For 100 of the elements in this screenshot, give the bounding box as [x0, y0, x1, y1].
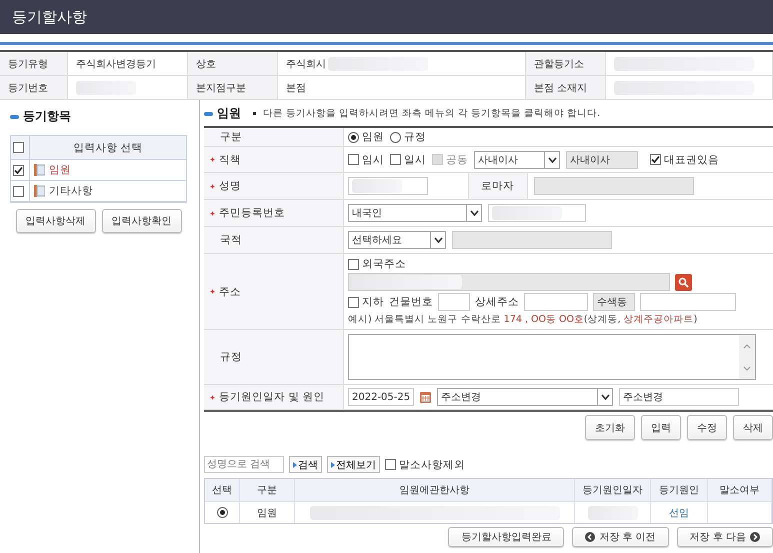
field-label: 성명	[219, 179, 241, 193]
field-label: 주소	[219, 284, 241, 298]
checkbox[interactable]	[650, 154, 661, 165]
address-example: 예시) 서울특별시 노원구 수락산로 174 , OO동 OO호(상계동, 상계주공아파트)	[348, 313, 698, 326]
search-button[interactable]	[675, 274, 692, 290]
checkbox-label: 말소사항제외	[399, 458, 465, 472]
field-label: 직책	[219, 152, 241, 166]
checkbox[interactable]	[13, 142, 24, 153]
field-label: 로마자	[480, 179, 514, 193]
document-icon	[34, 164, 45, 176]
checkbox-label: 일시	[404, 152, 426, 166]
section-title: 임원	[217, 105, 241, 122]
nationality-type-select[interactable]: 내국인	[348, 204, 482, 222]
field-label: 건물번호	[389, 295, 433, 309]
calendar-icon[interactable]	[420, 391, 431, 403]
checkbox-label: 지하	[362, 295, 384, 309]
building-number-field[interactable]	[438, 293, 470, 311]
radio-button[interactable]	[348, 132, 359, 142]
checkbox[interactable]	[13, 186, 24, 196]
radio-button[interactable]	[216, 507, 228, 518]
required-icon	[210, 394, 215, 400]
footer-button[interactable]: 저장 후 다음	[676, 527, 773, 547]
column-header: 임원에관한사항	[295, 479, 575, 501]
footer-button[interactable]: 등기할사항입력완료	[448, 527, 564, 547]
radio-label: 규정	[404, 130, 426, 144]
cause-link[interactable]: 선임	[669, 506, 689, 520]
field-label: 규정	[219, 350, 242, 364]
cause-select[interactable]: 주소변경	[437, 388, 613, 406]
caret-icon	[434, 237, 442, 243]
column-header: 구분	[240, 479, 295, 501]
nationality-field[interactable]	[452, 231, 612, 249]
checkbox[interactable]	[390, 154, 401, 165]
name-field[interactable]	[348, 177, 428, 195]
rule-textarea[interactable]	[348, 334, 756, 380]
bullet-icon	[204, 112, 213, 116]
sidebar-item[interactable]: 임원	[49, 163, 71, 177]
column-header: 선택	[205, 479, 240, 501]
info-label: 본지점구분	[188, 76, 278, 100]
checkbox-label: 임시	[362, 152, 384, 166]
search-field[interactable]: 성명으로 검색	[204, 456, 284, 473]
field-label: 주민등록번호	[219, 206, 285, 220]
roman-name-field[interactable]	[534, 177, 694, 195]
info-value: 주식회시	[286, 58, 326, 70]
resident-number-field[interactable]	[488, 204, 586, 222]
extra-address-field[interactable]	[640, 293, 736, 311]
checkbox[interactable]	[348, 258, 359, 270]
position-display: 사내이사	[566, 150, 638, 168]
triangle-icon	[293, 462, 297, 468]
position-select[interactable]: 사내이사	[474, 150, 560, 168]
action-button[interactable]: 삭제	[733, 415, 773, 440]
field-label: 상세주소	[475, 295, 519, 309]
radio-label: 임원	[362, 130, 384, 144]
info-label: 상호	[188, 52, 278, 76]
document-icon	[34, 185, 45, 197]
sidebar-item[interactable]: 기타사항	[49, 184, 93, 198]
caret-icon	[470, 210, 478, 216]
info-label: 등기유형	[0, 52, 68, 76]
redacted-value	[492, 206, 562, 220]
caret-icon	[548, 156, 556, 162]
triangle-icon	[331, 462, 335, 468]
action-button[interactable]: 수정	[687, 415, 727, 440]
hint-text: 다른 등기사항을 입력하시려면 좌측 메뉴의 각 등기항목을 클릭해야 합니다.	[263, 107, 600, 120]
action-button[interactable]: 입력	[641, 415, 681, 440]
bullet-icon	[10, 114, 19, 118]
checkbox-label: 공동	[446, 152, 468, 166]
footer-button[interactable]: 저장 후 이전	[572, 527, 669, 547]
scrollbar[interactable]	[739, 335, 755, 379]
page-title: 등기할사항	[0, 0, 773, 34]
redacted-value	[352, 179, 402, 193]
info-value: 주식회사변경등기	[76, 58, 156, 70]
section-title: 등기항목	[23, 108, 71, 125]
sidebar-button[interactable]: 입력사항삭제	[16, 209, 96, 233]
required-icon	[210, 289, 215, 294]
action-button[interactable]: 초기화	[585, 415, 635, 440]
detail-address-field[interactable]	[524, 293, 588, 311]
search-button[interactable]: 전체보기	[327, 456, 380, 473]
info-label: 등기번호	[0, 76, 68, 100]
checkbox[interactable]	[13, 164, 24, 176]
date-field[interactable]: 2022-05-25	[348, 388, 414, 406]
cause-field[interactable]: 주소변경	[619, 388, 739, 406]
search-button[interactable]: 검색	[289, 456, 322, 473]
checkbox[interactable]	[348, 154, 359, 165]
table-cell-text: 임원	[257, 506, 277, 520]
checkbox-label: 대표권있음	[664, 152, 719, 166]
required-icon	[210, 210, 215, 216]
field-label: 등기원인일자 및 원인	[219, 390, 325, 404]
radio-button[interactable]	[390, 132, 401, 142]
caret-icon	[600, 394, 610, 400]
dong-field: 수색동	[593, 293, 635, 311]
checkbox[interactable]	[348, 296, 359, 308]
checkbox[interactable]	[385, 459, 396, 470]
info-value: 본점	[286, 82, 306, 94]
column-header: 말소여부	[708, 479, 772, 501]
field-label: 국적	[219, 233, 242, 247]
column-header: 등기원인	[651, 479, 708, 501]
nationality-select[interactable]: 선택하세요	[348, 231, 446, 249]
column-header: 등기원인일자	[575, 479, 651, 501]
checkbox-label: 외국주소	[362, 257, 406, 271]
address-field[interactable]	[348, 273, 670, 291]
sidebar-button[interactable]: 입력사항확인	[102, 209, 182, 233]
